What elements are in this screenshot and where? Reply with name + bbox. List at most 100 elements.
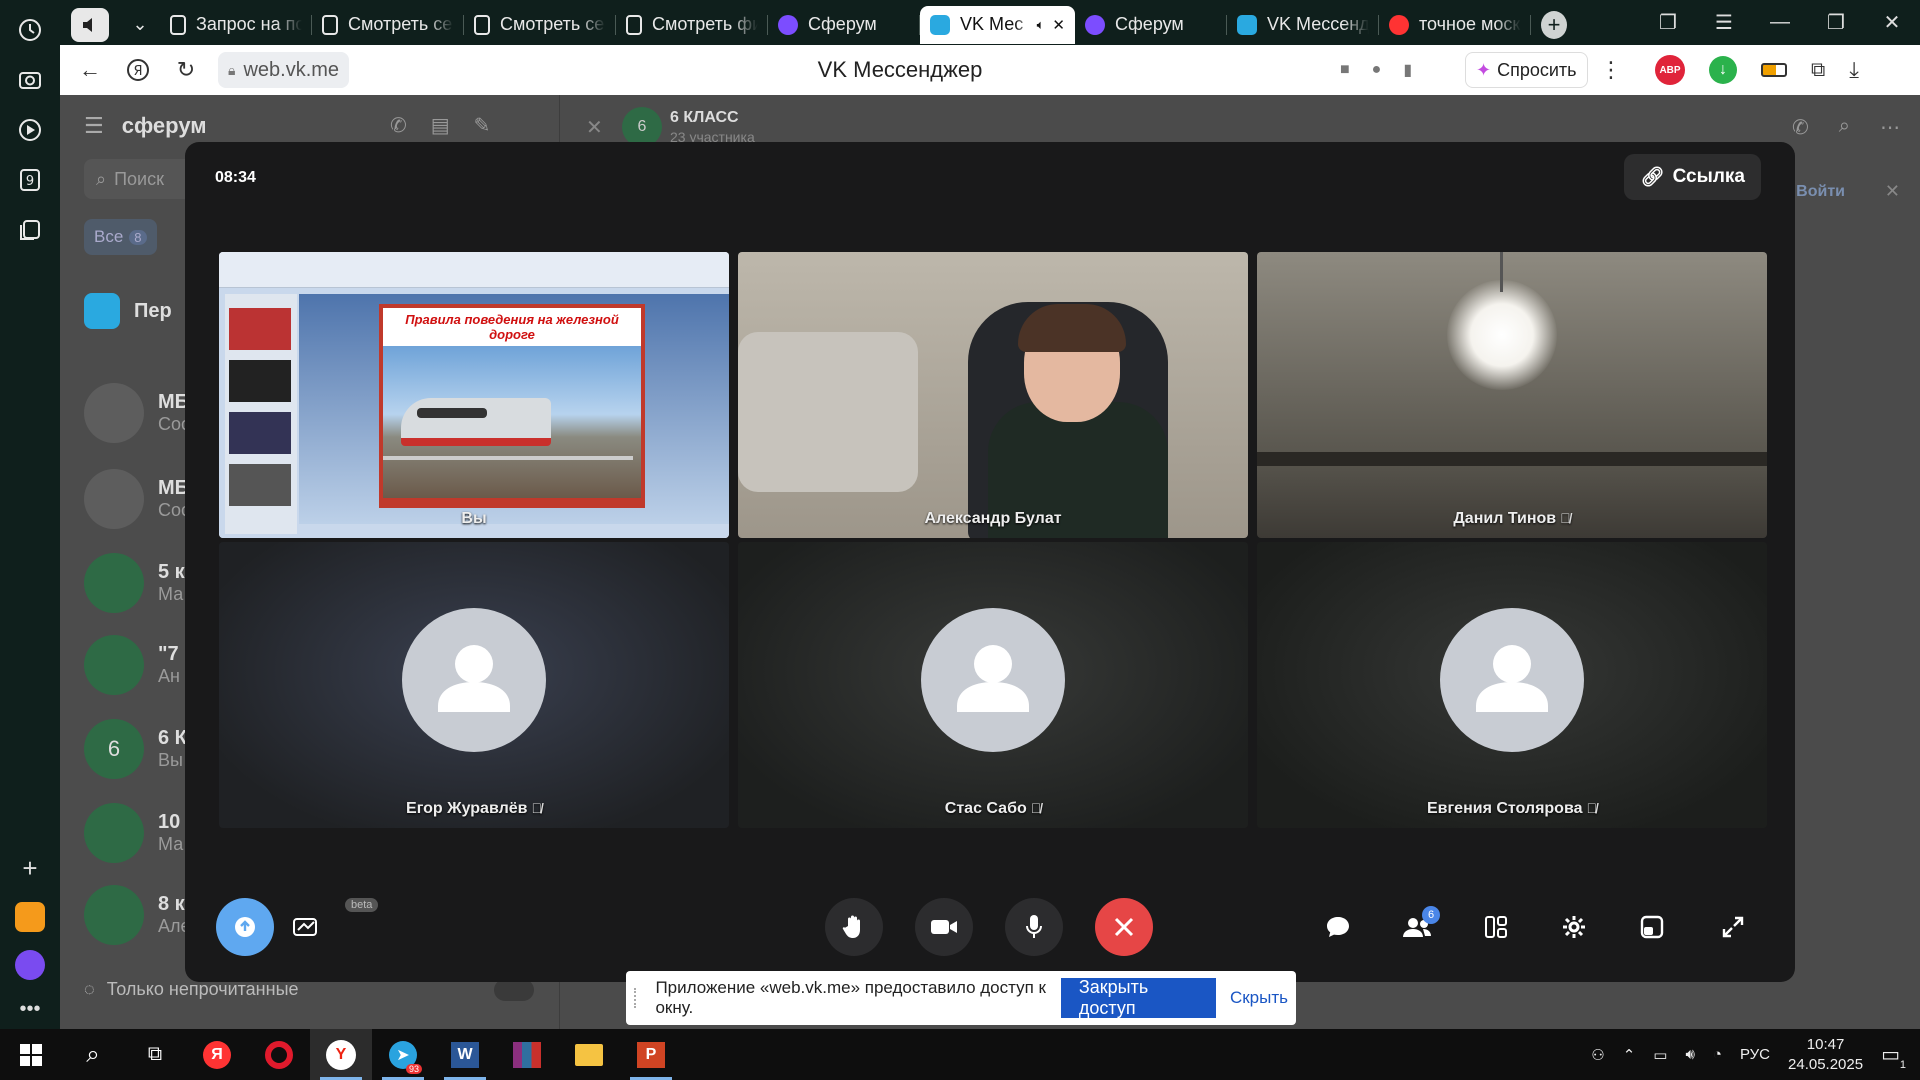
chat-button[interactable]	[1309, 898, 1367, 956]
drag-handle[interactable]	[634, 988, 641, 1008]
camera-toggle-button[interactable]	[915, 898, 973, 956]
layout-button[interactable]	[1467, 898, 1525, 956]
participant-tile-video[interactable]: Александр Булат	[738, 252, 1248, 538]
add-panel-icon[interactable]: +	[22, 853, 37, 884]
battery-icon[interactable]	[1761, 63, 1787, 77]
archive-icon[interactable]: ▤	[431, 113, 450, 138]
tab-close-icon[interactable]: ✕	[1052, 16, 1065, 34]
bookmark-icon[interactable]: ▮	[1403, 60, 1412, 80]
play-icon[interactable]	[10, 110, 50, 150]
fullscreen-button[interactable]	[1704, 898, 1762, 956]
chat-list-item[interactable]: 5 к Ма	[84, 553, 185, 613]
channel-9-icon[interactable]: 9	[10, 160, 50, 200]
file-explorer-icon[interactable]	[558, 1029, 620, 1080]
battery-tray-icon[interactable]: ▭	[1653, 1046, 1667, 1064]
participant-tile-avatar[interactable]: Евгения Столярова 🎙̸	[1257, 542, 1767, 828]
downloads-icon[interactable]: ⤓	[1849, 57, 1859, 83]
phone-icon[interactable]: ✆	[1792, 115, 1809, 140]
close-access-button[interactable]: Закрыть доступ	[1060, 977, 1216, 1018]
yandex-app-icon[interactable]: Я	[186, 1029, 248, 1080]
close-window-icon[interactable]: ✕	[1864, 10, 1920, 35]
powerpoint-icon[interactable]: P	[620, 1029, 682, 1080]
hamburger-icon[interactable]: ☰	[84, 113, 104, 139]
raise-hand-button[interactable]	[825, 898, 883, 956]
clock[interactable]: 10:47 24.05.2025	[1788, 1035, 1863, 1075]
chat-list-item[interactable]: Пер	[84, 293, 172, 329]
yandex-logo-icon[interactable]: Я	[114, 50, 162, 90]
search-icon[interactable]: ⌕	[62, 1029, 124, 1080]
winrar-icon[interactable]	[496, 1029, 558, 1080]
camera-permission-icon[interactable]: ■	[1340, 61, 1350, 79]
task-view-icon[interactable]: ⧉	[124, 1029, 186, 1080]
unread-toggle[interactable]	[494, 979, 534, 1001]
more-dots-icon[interactable]: •••	[19, 998, 40, 1021]
filter-all-chip[interactable]: Все 8	[84, 219, 157, 255]
back-icon[interactable]: ←	[66, 50, 114, 90]
word-icon[interactable]: W	[434, 1029, 496, 1080]
close-chat-icon[interactable]: ✕	[586, 115, 603, 140]
language-indicator[interactable]: РУС	[1740, 1046, 1770, 1063]
opera-icon[interactable]	[248, 1029, 310, 1080]
browser-tab[interactable]: Смотреть фи	[616, 6, 768, 44]
participants-button[interactable]	[1388, 898, 1446, 956]
participant-tile-video[interactable]: Данил Тинов 🎙̸	[1257, 252, 1767, 538]
browser-tab[interactable]: Смотреть се	[312, 6, 464, 44]
browser-tab[interactable]: Сферум	[768, 6, 920, 44]
browser-menu-icon[interactable]: ☰	[1696, 10, 1752, 35]
ask-button[interactable]: ✦ Спросить	[1465, 52, 1588, 88]
history-icon[interactable]	[10, 10, 50, 50]
browser-tab[interactable]: Смотреть се	[464, 6, 616, 44]
call-add-icon[interactable]: ✆	[390, 113, 407, 138]
new-tab-button[interactable]: +	[1531, 6, 1577, 44]
people-tray-icon[interactable]: ⚇	[1591, 1046, 1604, 1064]
settings-button[interactable]	[1545, 898, 1603, 956]
restore-icon[interactable]: ❐	[1808, 10, 1864, 35]
chat-more-icon[interactable]: ⋯	[1880, 115, 1900, 140]
sound-tab-button[interactable]	[60, 6, 120, 44]
whiteboard-button[interactable]	[277, 898, 335, 956]
screen-share-button[interactable]	[216, 898, 274, 956]
tabs-menu-chevron-icon[interactable]: ⌄	[120, 6, 160, 44]
end-call-button[interactable]	[1095, 898, 1153, 956]
participant-tile-avatar[interactable]: Стас Сабо 🎙̸	[738, 542, 1248, 828]
chat-list-item[interactable]: МБ Сос	[84, 383, 190, 443]
compose-icon[interactable]: ✎	[474, 113, 491, 138]
yandex-browser-icon[interactable]: Y	[310, 1029, 372, 1080]
chat-search-icon[interactable]: ⌕	[1839, 115, 1850, 140]
tab-collections-icon[interactable]: ❐	[1640, 10, 1696, 35]
volume-icon[interactable]: 🔊︎	[1685, 1046, 1694, 1063]
chat-list-item[interactable]: 8 к Але	[84, 885, 191, 945]
adblock-icon[interactable]: ABP	[1655, 55, 1685, 85]
start-button[interactable]	[0, 1029, 62, 1080]
login-link[interactable]: Войти	[1796, 183, 1845, 201]
browser-tab[interactable]: Запрос на по	[160, 6, 312, 44]
notifications-icon[interactable]: ▭ 1	[1881, 1042, 1906, 1071]
dismiss-banner-icon[interactable]: ✕	[1885, 181, 1900, 202]
collections-icon[interactable]	[10, 210, 50, 250]
camera-icon[interactable]	[10, 60, 50, 100]
microphone-permission-icon[interactable]: ●	[1372, 61, 1382, 79]
chat-list-item[interactable]: 10 Ма	[84, 803, 183, 863]
alice-icon[interactable]	[15, 950, 45, 980]
url-field[interactable]: 🔒︎ web.vk.me	[218, 52, 350, 88]
microphone-toggle-button[interactable]	[1005, 898, 1063, 956]
chat-list-item[interactable]: "7 Ан	[84, 635, 180, 695]
minimize-icon[interactable]: —	[1752, 11, 1808, 34]
more-vertical-icon[interactable]: ⋮	[1600, 57, 1622, 83]
call-link-button[interactable]: 🔗︎ Ссылка	[1624, 154, 1761, 200]
network-icon[interactable]: ◔	[1713, 1046, 1722, 1063]
browser-tab[interactable]: VK Мес 🔈︎ ✕	[920, 5, 1075, 44]
extensions-icon[interactable]: ⧉	[1811, 59, 1825, 82]
pip-button[interactable]	[1623, 898, 1681, 956]
tray-chevron-icon[interactable]: ⌃	[1623, 1046, 1636, 1064]
chat-list-item[interactable]: 6 6 К Вы	[84, 719, 187, 779]
reload-icon[interactable]: ↻	[162, 50, 210, 90]
browser-tab[interactable]: Сферум	[1075, 6, 1227, 44]
browser-tab[interactable]: точное моск	[1379, 6, 1531, 44]
tab-audio-icon[interactable]: 🔈︎	[1037, 17, 1045, 33]
hide-link[interactable]: Скрыть	[1230, 988, 1288, 1008]
telegram-icon[interactable]: ➤ 93	[372, 1029, 434, 1080]
participant-tile-self[interactable]: Правила поведения на железной дороге Вы	[219, 252, 729, 538]
mail-app-icon[interactable]	[15, 902, 45, 932]
download-helper-icon[interactable]: ↓	[1709, 56, 1737, 84]
